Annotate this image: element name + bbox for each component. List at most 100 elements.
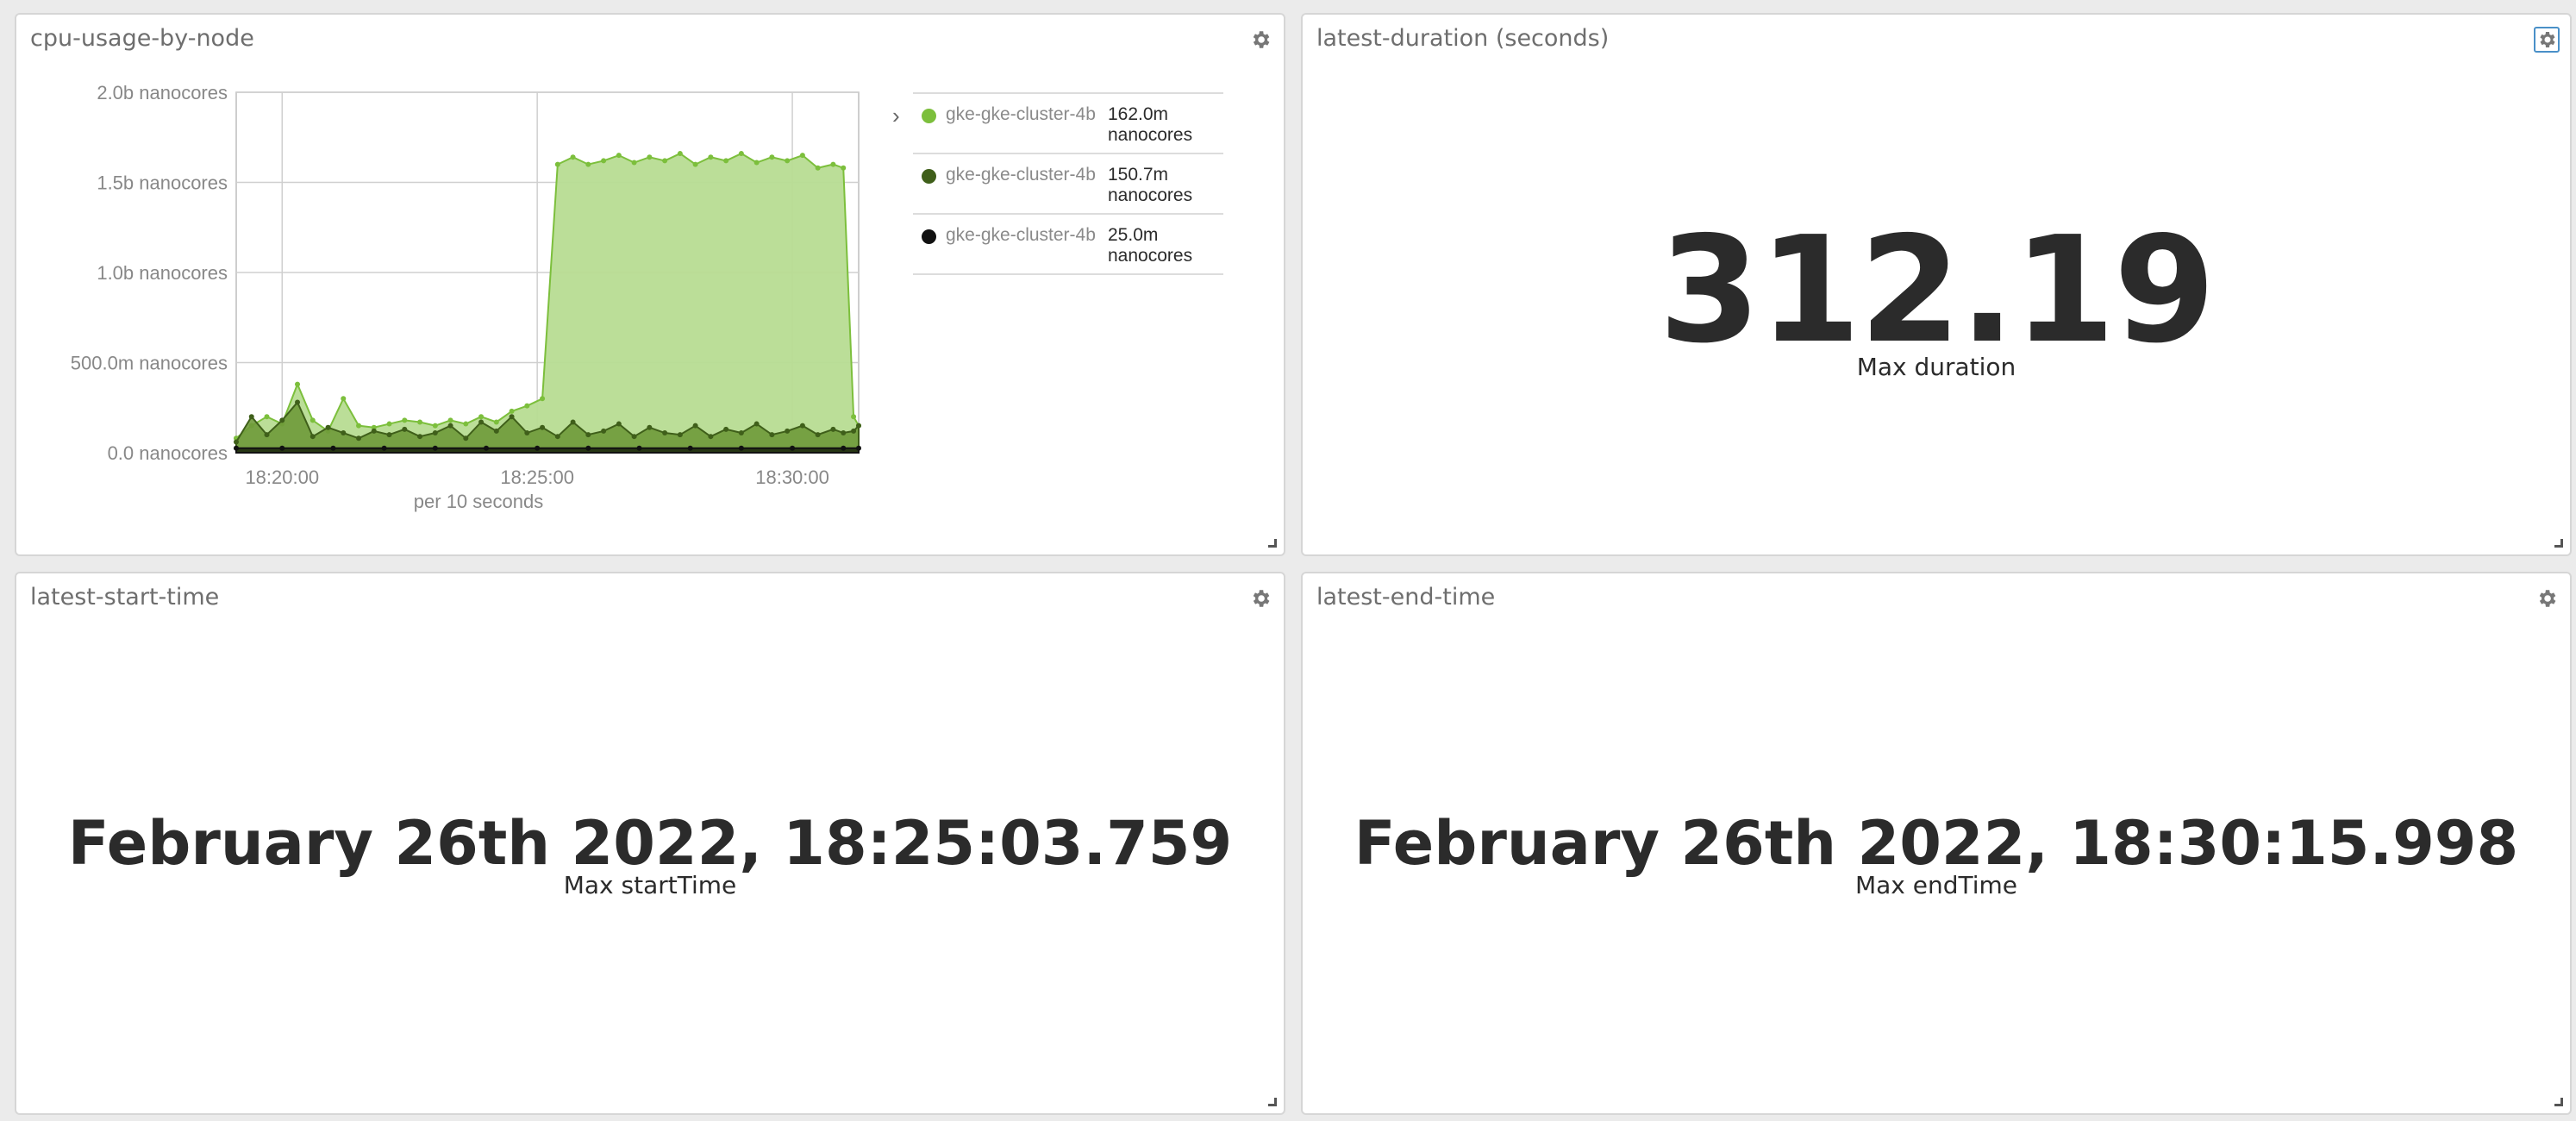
series-point	[248, 414, 254, 420]
series-point	[295, 399, 301, 405]
series-point	[585, 432, 591, 438]
series-point	[841, 165, 847, 171]
series-point	[279, 417, 285, 423]
series-point	[647, 424, 653, 430]
series-point	[447, 423, 453, 429]
cpu-usage-panel: cpu-usage-by-node 0.0 nanocores 500.0m na…	[15, 13, 1285, 556]
metric-label: Max startTime	[563, 871, 737, 899]
series-point	[341, 396, 347, 402]
series-point	[830, 426, 836, 432]
series-point	[483, 445, 489, 451]
resize-handle-icon[interactable]	[2554, 539, 2563, 548]
series-point	[295, 381, 301, 387]
series-point	[234, 445, 239, 451]
y-tick-label: 1.0b nanocores	[97, 262, 228, 284]
series-point	[708, 154, 714, 160]
legend-item[interactable]: gke-gke-cluster-4b 150.7m nanocores	[913, 153, 1223, 213]
series-point	[753, 160, 760, 166]
legend-value: 150.7m nanocores	[1108, 165, 1193, 205]
cpu-chart: 0.0 nanocores 500.0m nanocores 1.0b nanoco…	[71, 82, 861, 512]
legend-color-dot	[922, 229, 936, 244]
series-point	[356, 423, 362, 429]
latest-end-time-panel: latest-end-time February 26th 2022, 18:3…	[1301, 572, 2572, 1115]
legend-value: 25.0m nanocores	[1108, 225, 1193, 266]
series-point	[432, 423, 438, 429]
series-point	[636, 445, 642, 451]
y-tick-label: 500.0m nanocores	[71, 353, 228, 374]
series-point	[509, 408, 515, 414]
series-point	[585, 445, 591, 451]
series-point	[417, 434, 423, 440]
series-point	[677, 432, 683, 438]
y-tick-label: 2.0b nanocores	[97, 82, 228, 103]
series-point	[753, 421, 760, 427]
series-point	[386, 421, 392, 427]
series-point	[785, 158, 791, 164]
series-point	[785, 428, 791, 434]
chevron-right-icon[interactable]: ›	[892, 103, 900, 129]
panel-title: latest-start-time	[30, 584, 220, 611]
series-point	[601, 428, 607, 434]
series-point	[493, 428, 499, 434]
metric-value: February 26th 2022, 18:25:03.759	[67, 808, 1233, 879]
series-area	[235, 152, 860, 454]
legend-item[interactable]: gke-gke-cluster-4b 25.0m nanocores	[913, 213, 1223, 275]
gear-icon[interactable]	[2534, 586, 2560, 611]
chart-legend: › gke-gke-cluster-4b 162.0m nanocores gke…	[892, 92, 1223, 275]
series-point	[535, 445, 541, 451]
resize-handle-icon[interactable]	[1268, 539, 1277, 548]
panel-title: latest-end-time	[1316, 584, 1496, 611]
latest-duration-panel: latest-duration (seconds) 312.19 Max dur…	[1301, 13, 2572, 556]
series-point	[799, 153, 805, 159]
series-point	[234, 439, 239, 445]
series-point	[723, 426, 729, 432]
series-point	[769, 154, 775, 160]
legend-name: gke-gke-cluster-4b	[946, 104, 1096, 124]
series-point	[738, 445, 744, 451]
series-point	[554, 434, 560, 440]
series-point	[815, 432, 821, 438]
series-point	[309, 434, 316, 440]
series-point	[381, 445, 387, 451]
series-point	[662, 158, 668, 164]
series-point	[524, 430, 530, 436]
metric-label: Max endTime	[1854, 871, 2018, 899]
series-point	[432, 430, 438, 436]
x-tick-label: 18:30:00	[755, 467, 829, 488]
series-point	[524, 403, 530, 409]
series-point	[309, 417, 316, 423]
series-point	[708, 434, 714, 440]
legend-name: gke-gke-cluster-4b	[946, 165, 1096, 185]
series-point	[616, 421, 622, 427]
series-point	[841, 430, 847, 436]
series-point	[554, 161, 560, 167]
series-point	[264, 432, 270, 438]
series-point	[493, 419, 499, 425]
series-point	[815, 165, 821, 171]
gear-icon[interactable]	[2534, 27, 2560, 53]
series-point	[264, 414, 270, 420]
legend-item[interactable]: › gke-gke-cluster-4b 162.0m nanocores	[892, 92, 1223, 153]
resize-handle-icon[interactable]	[1268, 1098, 1277, 1106]
panel-title: latest-duration (seconds)	[1316, 25, 1610, 52]
series-point	[738, 151, 744, 157]
y-tick-label: 0.0 nanocores	[108, 442, 228, 464]
series-point	[601, 158, 607, 164]
series-point	[432, 445, 438, 451]
legend-value: 162.0m nanocores	[1108, 104, 1193, 145]
series-point	[841, 445, 847, 451]
y-tick-label: 1.5b nanocores	[97, 172, 228, 194]
series-point	[616, 153, 622, 159]
series-point	[463, 421, 469, 427]
series-point	[723, 158, 729, 164]
series-point	[631, 160, 637, 166]
series-point	[325, 424, 331, 430]
resize-handle-icon[interactable]	[2554, 1098, 2563, 1106]
series-point	[402, 426, 408, 432]
series-point	[851, 428, 857, 434]
series-point	[677, 151, 683, 157]
series-point	[647, 154, 653, 160]
series-point	[330, 445, 336, 451]
gear-icon[interactable]	[1247, 27, 1273, 53]
gear-icon[interactable]	[1247, 586, 1273, 611]
